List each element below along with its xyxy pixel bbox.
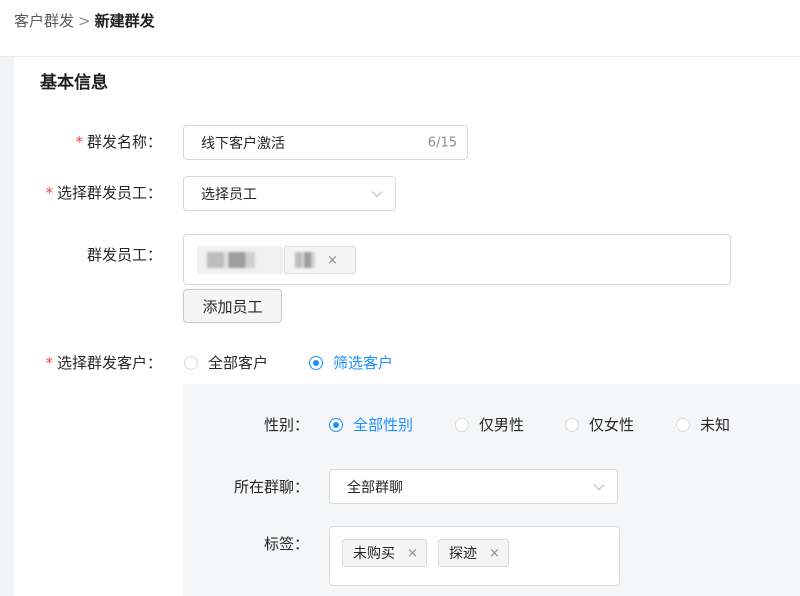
breadcrumb-separator: > [78,12,91,30]
redacted-staff-name [207,252,255,268]
staff-tag: × [284,246,356,274]
tags-box[interactable]: 未购买 × 探迹 × [329,526,620,586]
section-title: 基本信息 [40,73,108,93]
radio-filter-customers[interactable]: 筛选客户 [309,353,393,373]
radio-gender-male[interactable]: 仅男性 [455,415,524,435]
name-input[interactable]: 线下客户激活 6/15 [183,125,468,160]
select-customers-label: * 选择群发客户： [45,354,162,372]
name-input-value: 线下客户激活 [201,135,285,152]
tag-chip: 探迹 × [438,539,509,567]
close-icon[interactable]: × [489,547,500,560]
breadcrumb: 客户群发 > 新建群发 [14,11,155,31]
breadcrumb-parent-link[interactable]: 客户群发 [14,11,74,31]
tag-label: 探迹 [449,546,477,562]
name-char-count: 6/15 [427,135,457,150]
required-mark: * [75,133,83,151]
radio-circle [455,418,469,432]
radio-gender-unknown[interactable]: 未知 [676,415,730,435]
tags-label: 标签： [263,535,309,553]
close-icon[interactable]: × [327,254,338,267]
chevron-down-icon [593,483,605,490]
radio-circle [309,356,323,370]
redacted-staff-name [295,252,315,268]
close-icon[interactable]: × [407,547,418,560]
content-left-gutter [0,57,14,596]
group-chat-label: 所在群聊： [233,478,309,496]
radio-gender-all[interactable]: 全部性别 [329,415,413,435]
name-field-label: * 群发名称： [75,133,162,151]
tag-chip: 未购买 × [342,539,427,567]
breadcrumb-current: 新建群发 [94,12,155,30]
radio-circle [329,418,343,432]
select-staff-label: * 选择群发员工： [45,184,162,202]
select-staff-dropdown[interactable]: 选择员工 [183,176,396,211]
chevron-down-icon [371,190,383,197]
add-staff-button[interactable]: 添加员工 [183,289,282,323]
select-staff-placeholder: 选择员工 [201,186,257,203]
radio-all-customers[interactable]: 全部客户 [184,353,268,373]
tag-label: 未购买 [353,546,395,562]
radio-circle [565,418,579,432]
group-chat-value: 全部群聊 [347,479,403,496]
radio-circle [184,356,198,370]
radio-circle [676,418,690,432]
radio-gender-female[interactable]: 仅女性 [565,415,634,435]
required-mark: * [45,354,53,372]
gender-label: 性别： [263,416,309,434]
group-chat-dropdown[interactable]: 全部群聊 [329,469,618,504]
staff-tag-box: × [183,234,731,285]
customer-filter-panel: 性别： 全部性别 仅男性 仅女性 未知 所在群聊： 全部群聊 标签： 未购买 ×… [183,384,800,596]
header-divider [0,56,800,57]
staff-tag [197,246,283,274]
required-mark: * [45,184,53,202]
staff-list-label: 群发员工： [86,246,162,264]
